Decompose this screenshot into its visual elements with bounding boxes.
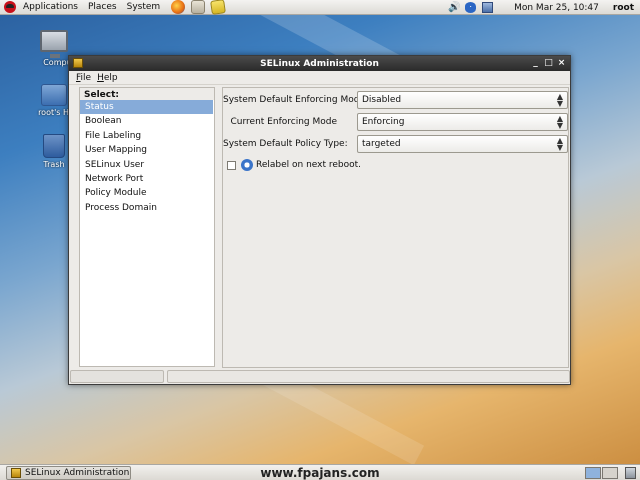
close-button[interactable]: × [556,58,567,69]
bottom-panel: www.fpajans.com SELinux Administration [0,464,640,480]
statusbar-left [70,370,164,383]
relabel-label[interactable]: Relabel on next reboot. [256,160,361,170]
default-mode-value: Disabled [362,95,402,105]
sidebar-item-user-mapping[interactable]: User Mapping [80,143,214,157]
volume-icon[interactable]: 🔊 [448,2,460,13]
taskbar-window-label: SELinux Administration [25,468,130,478]
menu-system[interactable]: System [122,2,166,12]
current-mode-value: Enforcing [362,117,405,127]
trash-icon [43,134,65,158]
current-mode-label: Current Enforcing Mode [230,117,337,127]
firefox-icon[interactable] [171,0,186,14]
statusbar [69,370,570,383]
sidebar-list: Status Boolean File Labeling User Mappin… [80,100,214,215]
user-menu[interactable]: root [613,3,634,13]
app-icon[interactable] [73,58,83,68]
workspace-1[interactable] [585,467,601,479]
sidebar-item-policy-module[interactable]: Policy Module [80,186,214,200]
maximize-button[interactable]: □ [543,58,554,69]
window-titlebar[interactable]: SELinux Administration _ □ × [69,56,570,71]
policy-type-row: System Default Policy Type: targeted ▲ ▼ [223,134,568,154]
network-icon[interactable] [482,2,494,13]
menu-help[interactable]: Help [94,73,121,83]
sidebar: Select: Status Boolean File Labeling Use… [79,87,215,367]
selinux-admin-window: SELinux Administration _ □ × File Help S… [68,55,571,385]
policy-type-select[interactable]: targeted ▲ ▼ [357,135,568,153]
sidebar-item-process-domain[interactable]: Process Domain [80,201,214,215]
refresh-icon [241,159,253,171]
notes-icon[interactable] [210,0,227,15]
computer-icon [40,30,68,58]
combo-arrows-icon: ▲ ▼ [556,114,563,130]
menubar: File Help [69,71,570,85]
sidebar-item-selinux-user[interactable]: SELinux User [80,158,214,172]
menu-applications[interactable]: Applications [18,2,83,12]
sidebar-item-file-labeling[interactable]: File Labeling [80,129,214,143]
sidebar-title: Select: [80,88,214,100]
minimize-button[interactable]: _ [530,58,541,69]
sidebar-item-status[interactable]: Status [80,100,213,115]
window-controls: _ □ × [528,56,567,71]
default-mode-label: System Default Enforcing Mode [223,95,365,105]
window-title: SELinux Administration [260,58,379,69]
combo-arrows-icon: ▲ ▼ [556,136,563,152]
system-tray: 🔊 ᛫ Mon Mar 25, 10:47 root [445,0,640,15]
current-mode-row: Current Enforcing Mode Enforcing ▲ ▼ [223,112,568,132]
combo-arrows-icon: ▲ ▼ [556,92,563,108]
mail-icon[interactable] [191,0,206,14]
menu-file[interactable]: File [73,73,94,83]
current-mode-select[interactable]: Enforcing ▲ ▼ [357,113,568,131]
policy-type-label: System Default Policy Type: [223,139,348,149]
default-mode-select[interactable]: Disabled ▲ ▼ [357,91,568,109]
bluetooth-icon[interactable]: ᛫ [465,2,477,13]
home-folder-icon [41,84,67,106]
workspace-switcher [584,467,618,479]
clock[interactable]: Mon Mar 25, 10:47 [514,3,599,13]
sidebar-item-boolean[interactable]: Boolean [80,114,214,128]
relabel-row: Relabel on next reboot. [223,155,361,175]
window-content: Select: Status Boolean File Labeling Use… [71,87,569,369]
app-icon [11,468,21,478]
taskbar-window-button[interactable]: SELinux Administration [6,466,131,480]
panel-trash-icon[interactable] [625,467,636,479]
status-panel: System Default Enforcing Mode Disabled ▲… [222,87,569,368]
statusbar-right [167,370,570,383]
policy-type-value: targeted [362,139,401,149]
redhat-logo-icon[interactable] [4,1,16,13]
top-panel: Applications Places System 🔊 ᛫ Mon Mar 2… [0,0,640,15]
default-mode-row: System Default Enforcing Mode Disabled ▲… [223,90,568,110]
relabel-checkbox[interactable] [227,160,236,170]
sidebar-item-network-port[interactable]: Network Port [80,172,214,186]
workspace-2[interactable] [602,467,618,479]
menu-places[interactable]: Places [83,2,122,12]
